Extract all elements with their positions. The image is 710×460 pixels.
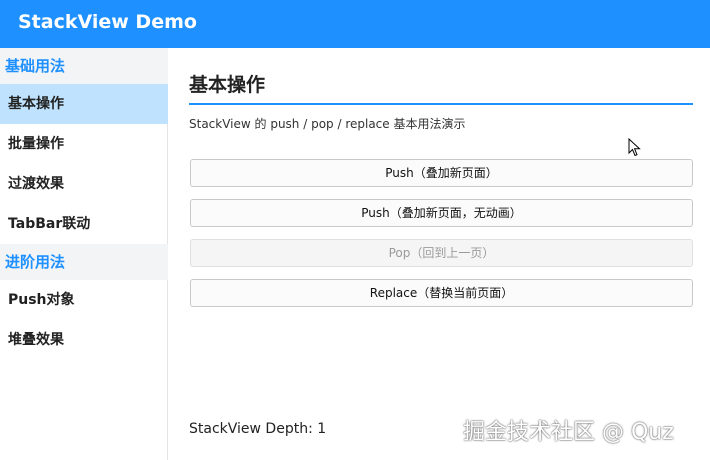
app-header: StackView Demo — [0, 0, 710, 48]
stack-depth-label: StackView Depth: 1 — [189, 421, 327, 437]
sidebar-item-tabbar-link[interactable]: TabBar联动 — [0, 204, 168, 244]
title-divider — [189, 103, 693, 105]
sidebar-item-basic-ops[interactable]: 基本操作 — [0, 84, 168, 124]
pop-button[interactable]: Pop（回到上一页） — [190, 239, 693, 267]
watermark: 掘金技术社区 @ Quz — [463, 420, 674, 445]
replace-button[interactable]: Replace（替换当前页面） — [190, 279, 693, 307]
sidebar-item-push-object[interactable]: Push对象 — [0, 280, 168, 320]
app-title: StackView Demo — [18, 11, 197, 33]
sidebar: 基础用法 基本操作 批量操作 过渡效果 TabBar联动 进阶用法 Push对象… — [0, 48, 168, 460]
push-no-animation-button[interactable]: Push（叠加新页面，无动画） — [190, 199, 693, 227]
page-description: StackView 的 push / pop / replace 基本用法演示 — [189, 117, 466, 131]
sidebar-item-batch-ops[interactable]: 批量操作 — [0, 124, 168, 164]
push-button[interactable]: Push（叠加新页面） — [190, 159, 693, 187]
sidebar-group-basic: 基础用法 — [0, 48, 168, 84]
sidebar-group-advanced: 进阶用法 — [0, 244, 168, 280]
main-content: 基本操作 StackView 的 push / pop / replace 基本… — [169, 48, 710, 460]
mouse-cursor-icon — [628, 138, 641, 157]
sidebar-item-transition[interactable]: 过渡效果 — [0, 164, 168, 204]
page-title: 基本操作 — [189, 74, 266, 96]
sidebar-item-stack-effect[interactable]: 堆叠效果 — [0, 320, 168, 360]
